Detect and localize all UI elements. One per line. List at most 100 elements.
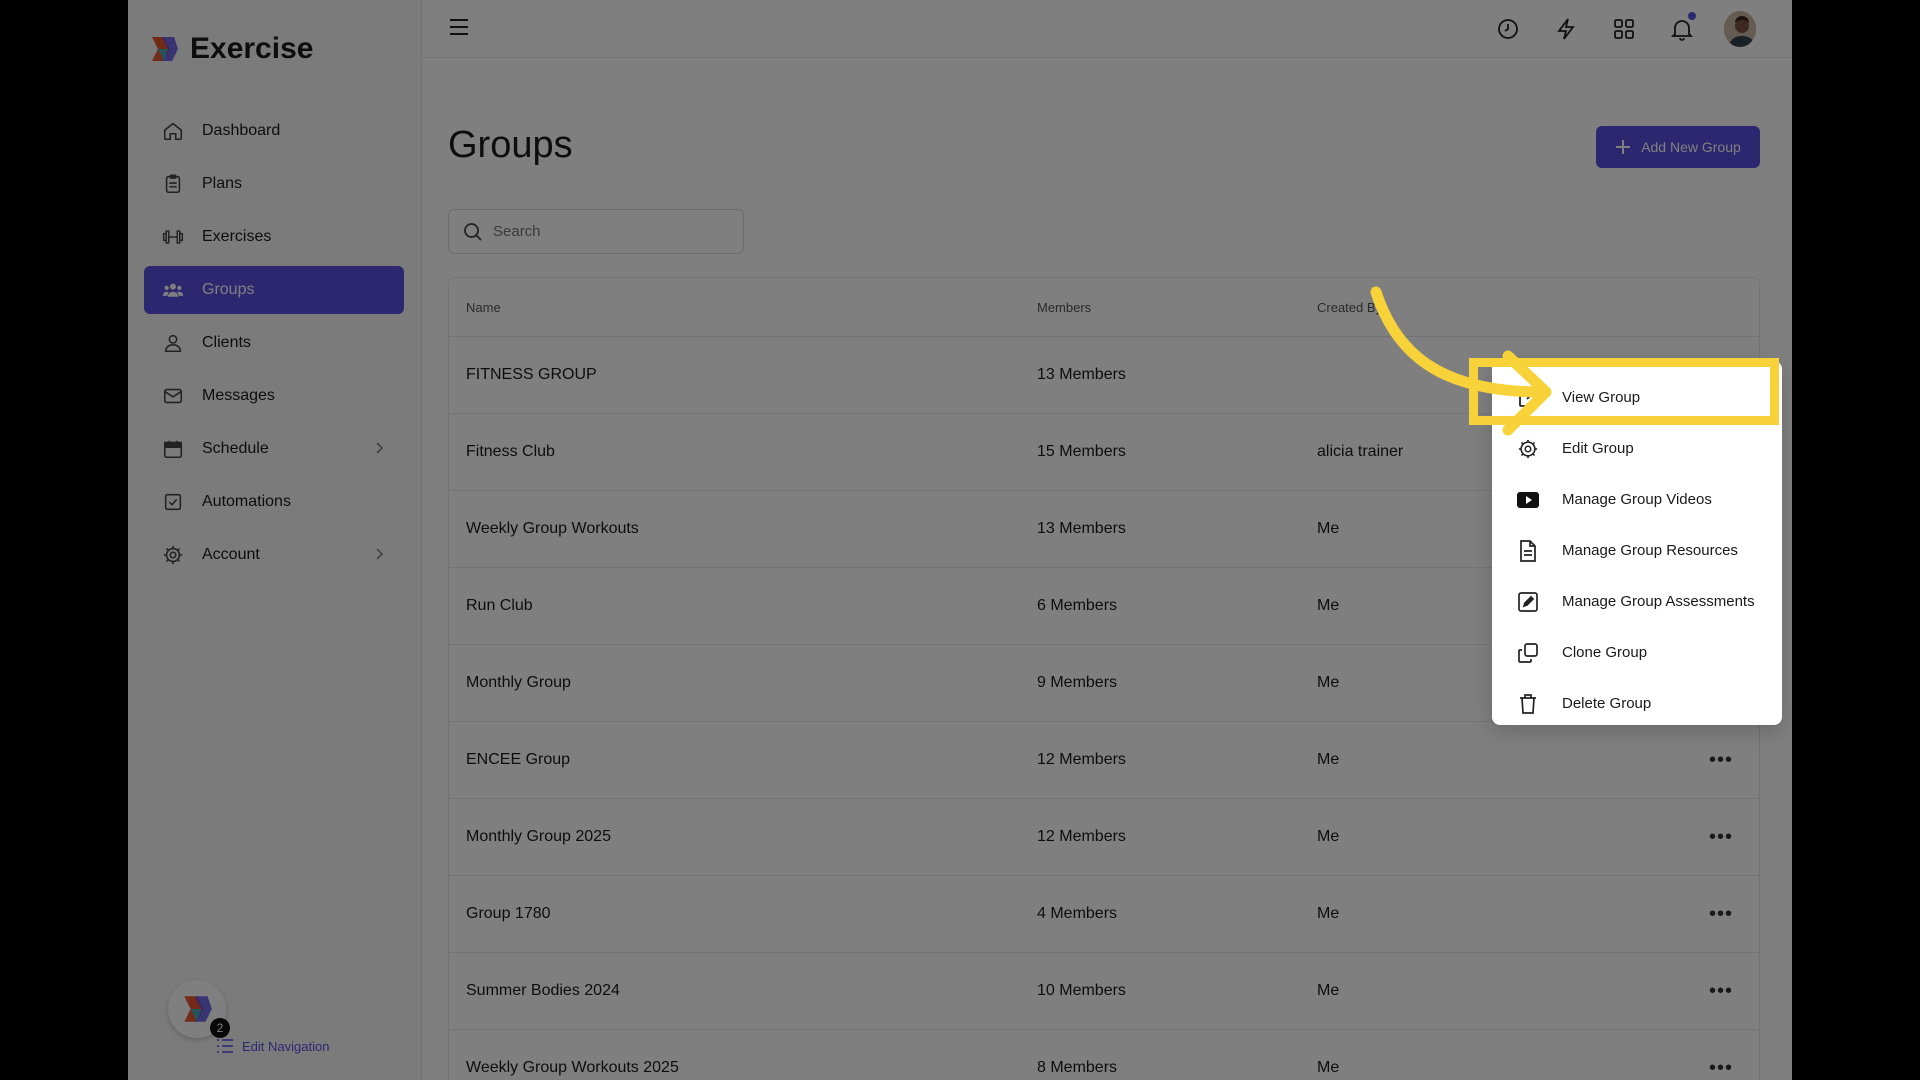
menu-item-label: Edit Group	[1562, 440, 1634, 457]
notification-dot	[1688, 12, 1696, 20]
edit-navigation-link[interactable]: Edit Navigation	[216, 1038, 329, 1054]
row-actions-button[interactable]: •••	[1709, 1057, 1733, 1080]
row-actions-button[interactable]: •••	[1709, 903, 1733, 926]
table-row[interactable]: ENCEE Group 12 Members Me •••	[449, 722, 1759, 799]
group-members: 12 Members	[1037, 828, 1126, 846]
checkbox-icon	[162, 491, 184, 513]
group-created-by: Me	[1317, 982, 1339, 1000]
brand-logo-icon	[148, 33, 180, 65]
menu-item-view-group[interactable]: View Group	[1492, 372, 1782, 423]
app-window: Exercise Dashboard Plans Exercises Group…	[128, 0, 1792, 1080]
brand-logo-icon	[180, 992, 214, 1026]
sidebar-item-plans[interactable]: Plans	[144, 160, 404, 208]
gear-icon	[1516, 437, 1540, 461]
bolt-icon	[1555, 17, 1577, 41]
document-icon	[1516, 539, 1540, 563]
group-created-by: alicia trainer	[1317, 443, 1403, 461]
menu-item-manage-group-videos[interactable]: Manage Group Videos	[1492, 474, 1782, 525]
menu-item-manage-group-resources[interactable]: Manage Group Resources	[1492, 525, 1782, 576]
menu-item-label: Delete Group	[1562, 695, 1651, 712]
group-name[interactable]: Fitness Club	[466, 443, 555, 461]
sidebar-nav: Dashboard Plans Exercises Groups Clients…	[144, 107, 404, 584]
sidebar: Exercise Dashboard Plans Exercises Group…	[128, 0, 422, 1080]
group-name[interactable]: FITNESS GROUP	[466, 366, 597, 384]
top-bar-actions	[1492, 10, 1756, 48]
search-field[interactable]	[448, 209, 744, 254]
table-row[interactable]: Monthly Group 2025 12 Members Me •••	[449, 799, 1759, 876]
column-header-members[interactable]: Members	[1037, 300, 1091, 315]
notifications-button[interactable]	[1666, 10, 1698, 48]
menu-item-label: View Group	[1562, 389, 1640, 406]
add-new-group-label: Add New Group	[1641, 139, 1741, 155]
group-created-by: Me	[1317, 905, 1339, 923]
table-row[interactable]: Summer Bodies 2024 10 Members Me •••	[449, 953, 1759, 1030]
group-name[interactable]: ENCEE Group	[466, 751, 570, 769]
sidebar-item-label: Exercises	[202, 228, 271, 246]
menu-item-clone-group[interactable]: Clone Group	[1492, 627, 1782, 678]
group-created-by: Me	[1317, 751, 1339, 769]
user-menu-button[interactable]	[1724, 10, 1756, 48]
top-bar	[422, 0, 1792, 58]
sidebar-item-label: Plans	[202, 175, 242, 193]
mail-icon	[162, 385, 184, 407]
sidebar-item-label: Automations	[202, 493, 291, 511]
group-name[interactable]: Summer Bodies 2024	[466, 982, 620, 1000]
edit-square-icon	[1516, 590, 1540, 614]
group-members: 15 Members	[1037, 443, 1126, 461]
brand[interactable]: Exercise	[148, 32, 313, 66]
history-button[interactable]	[1492, 10, 1524, 48]
row-actions-button[interactable]: •••	[1709, 749, 1733, 772]
sidebar-item-label: Groups	[202, 281, 254, 299]
gear-icon	[162, 544, 184, 566]
sidebar-item-exercises[interactable]: Exercises	[144, 213, 404, 261]
table-row[interactable]: Weekly Group Workouts 2025 8 Members Me …	[449, 1030, 1759, 1080]
plus-icon	[1615, 139, 1631, 155]
menu-toggle-button[interactable]	[448, 17, 470, 42]
user-icon	[162, 332, 184, 354]
users-icon	[162, 279, 184, 301]
menu-item-label: Manage Group Assessments	[1562, 593, 1755, 610]
list-icon	[216, 1038, 234, 1054]
column-header-name[interactable]: Name	[466, 300, 501, 315]
sidebar-item-account[interactable]: Account	[144, 531, 404, 579]
copy-icon	[1516, 641, 1540, 665]
apps-button[interactable]	[1608, 10, 1640, 48]
row-actions-button[interactable]: •••	[1709, 826, 1733, 849]
chevron-right-icon	[374, 441, 384, 455]
menu-item-delete-group[interactable]: Delete Group	[1492, 678, 1782, 729]
group-name[interactable]: Run Club	[466, 597, 533, 615]
group-created-by: Me	[1317, 597, 1339, 615]
column-header-created-by[interactable]: Created By	[1317, 300, 1382, 315]
menu-item-edit-group[interactable]: Edit Group	[1492, 423, 1782, 474]
table-row[interactable]: Group 1780 4 Members Me •••	[449, 876, 1759, 953]
external-link-icon	[1516, 386, 1540, 410]
quick-actions-button[interactable]	[1550, 10, 1582, 48]
notification-count-badge: 2	[210, 1018, 230, 1038]
sidebar-item-label: Dashboard	[202, 122, 280, 140]
sidebar-item-label: Clients	[202, 334, 251, 352]
group-name[interactable]: Weekly Group Workouts 2025	[466, 1059, 679, 1077]
group-name[interactable]: Group 1780	[466, 905, 551, 923]
group-members: 13 Members	[1037, 366, 1126, 384]
sidebar-item-clients[interactable]: Clients	[144, 319, 404, 367]
group-name[interactable]: Monthly Group	[466, 674, 571, 692]
row-actions-button[interactable]: •••	[1709, 980, 1733, 1003]
group-members: 10 Members	[1037, 982, 1126, 1000]
clock-icon	[1496, 17, 1520, 41]
sidebar-item-schedule[interactable]: Schedule	[144, 425, 404, 473]
add-new-group-button[interactable]: Add New Group	[1596, 126, 1760, 168]
sidebar-item-dashboard[interactable]: Dashboard	[144, 107, 404, 155]
group-members: 8 Members	[1037, 1059, 1117, 1077]
avatar	[1724, 11, 1756, 47]
menu-item-label: Manage Group Videos	[1562, 491, 1712, 508]
sidebar-item-messages[interactable]: Messages	[144, 372, 404, 420]
group-name[interactable]: Weekly Group Workouts	[466, 520, 639, 538]
calendar-icon	[162, 438, 184, 460]
search-input[interactable]	[493, 223, 723, 240]
sidebar-item-automations[interactable]: Automations	[144, 478, 404, 526]
sidebar-item-label: Messages	[202, 387, 275, 405]
group-name[interactable]: Monthly Group 2025	[466, 828, 611, 846]
menu-item-manage-group-assessments[interactable]: Manage Group Assessments	[1492, 576, 1782, 627]
brand-name: Exercise	[190, 32, 313, 66]
sidebar-item-groups[interactable]: Groups	[144, 266, 404, 314]
